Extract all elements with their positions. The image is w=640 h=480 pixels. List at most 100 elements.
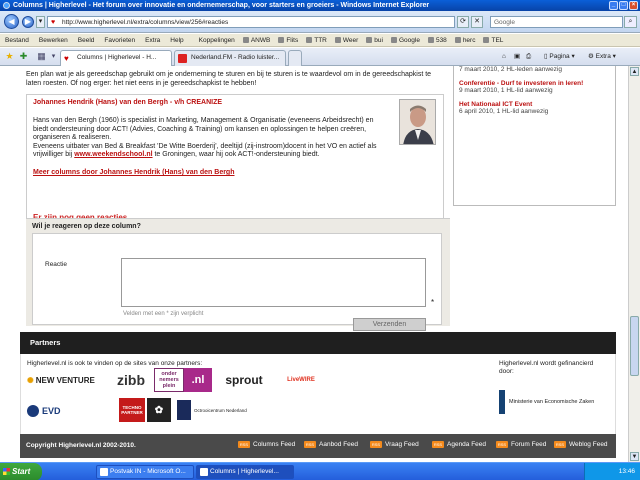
stop-button[interactable]: ✕ bbox=[471, 16, 483, 28]
submit-button[interactable]: Verzenden bbox=[353, 318, 426, 331]
maximize-button[interactable]: □ bbox=[619, 1, 628, 10]
reaction-textarea[interactable] bbox=[121, 258, 426, 307]
bio-text: te Groningen, waar hij ook ACT!-onderste… bbox=[152, 151, 320, 158]
partners-section: Higherlevel.nl is ook te vinden op de si… bbox=[20, 354, 616, 434]
tab-bar: ★ ✚ ▦ ▾ ♥ Columns | Higherlevel - H... N… bbox=[0, 48, 640, 66]
feed-link[interactable]: RSS Agenda Feed bbox=[432, 441, 486, 448]
page-menu[interactable]: ▯ Pagina ▾ bbox=[544, 51, 575, 63]
menu-item[interactable]: Bewerken bbox=[34, 37, 73, 44]
taskbar-item-outlook[interactable]: Postvak IN - Microsoft O... bbox=[96, 465, 194, 479]
feed-link[interactable]: RSS Weblog Feed bbox=[554, 441, 608, 448]
link-icon bbox=[334, 36, 341, 43]
menu-item[interactable]: Help bbox=[165, 37, 188, 44]
rss-icon: RSS bbox=[304, 441, 316, 448]
rss-icon: RSS bbox=[238, 441, 250, 448]
author-bio-paragraph: Hans van den Bergh (1960) is specialist … bbox=[33, 117, 374, 141]
quick-tabs-icon[interactable]: ▦ bbox=[36, 51, 47, 62]
link-icon bbox=[483, 36, 490, 43]
wheel-logo-icon[interactable]: ✿ bbox=[147, 398, 171, 422]
favorites-star-icon[interactable]: ★ bbox=[4, 51, 15, 62]
partners-heading: Partners bbox=[20, 332, 616, 354]
address-bar[interactable]: ♥ http://www.higherlevel.nl/extra/column… bbox=[47, 16, 455, 28]
window-title: Columns | Higherlevel - Het forum over i… bbox=[13, 2, 430, 9]
rss-icon: RSS bbox=[496, 441, 508, 448]
more-columns-link[interactable]: Meer columns door Johannes Hendrik (Hans… bbox=[33, 169, 234, 176]
link-item[interactable]: ANWB bbox=[239, 36, 275, 44]
nl-logo[interactable]: .nl bbox=[184, 368, 212, 392]
menu-item[interactable]: Extra bbox=[140, 37, 165, 44]
link-item[interactable]: TEL bbox=[479, 36, 507, 44]
new-venture-logo[interactable]: ✺ NEW VENTURE bbox=[27, 372, 99, 388]
back-button[interactable]: ◀ bbox=[4, 14, 19, 29]
link-item[interactable]: bui bbox=[362, 36, 387, 44]
event-item: 7 maart 2010, 2 HL-leden aanwezig bbox=[459, 66, 610, 73]
link-item[interactable]: Weer bbox=[331, 36, 362, 44]
feeds-icon[interactable]: ▣ bbox=[514, 51, 520, 63]
tab-label: Columns | Higherlevel - H... bbox=[77, 54, 157, 61]
rss-icon: RSS bbox=[370, 441, 382, 448]
menu-item[interactable]: Favorieten bbox=[99, 37, 140, 44]
weekendschool-link[interactable]: www.weekendschool.nl bbox=[74, 151, 152, 158]
link-item[interactable]: Google bbox=[387, 36, 424, 44]
zibb-logo[interactable]: zibb bbox=[111, 370, 151, 390]
octrooicentrum-logo[interactable]: Octrooicentrum Nederland bbox=[177, 398, 247, 422]
ministerie-logo[interactable]: Ministerie van Economische Zaken bbox=[499, 384, 609, 420]
scroll-up-icon[interactable]: ▲ bbox=[630, 67, 639, 76]
search-input[interactable]: Google bbox=[490, 16, 623, 28]
start-button[interactable]: Start bbox=[0, 463, 42, 480]
tools-menu[interactable]: ⚙ Extra ▾ bbox=[588, 51, 616, 63]
links-label[interactable]: Koppelingen bbox=[195, 37, 239, 44]
copyright: Copyright Higherlevel.nl 2002-2010. bbox=[26, 442, 136, 449]
event-title-link[interactable]: Conferentie - Durf te investeren in lere… bbox=[459, 80, 610, 87]
address-url: http://www.higherlevel.nl/extra/columns/… bbox=[62, 19, 229, 26]
scroll-thumb[interactable] bbox=[630, 316, 639, 376]
vertical-scrollbar[interactable]: ▲ ▼ bbox=[628, 66, 640, 462]
menu-item[interactable]: Beeld bbox=[73, 37, 100, 44]
events-sidebar: 7 maart 2010, 2 HL-leden aanwezig Confer… bbox=[453, 66, 616, 206]
page-content: 7 maart 2010, 2 HL-leden aanwezig Confer… bbox=[0, 66, 628, 462]
menu-item[interactable]: Bestand bbox=[0, 37, 34, 44]
event-title-link[interactable]: Het Nationaal ICT Event bbox=[459, 101, 610, 108]
ondernemersplein-logo[interactable]: onder nemers plein bbox=[154, 368, 184, 392]
reaction-section: Wil je reageren op deze column? Reactie … bbox=[26, 218, 450, 331]
search-icon[interactable]: ⌕ bbox=[624, 16, 637, 28]
author-portrait-icon bbox=[400, 100, 435, 144]
system-tray: 13:46 bbox=[584, 463, 640, 480]
feed-link[interactable]: RSS Forum Feed bbox=[496, 441, 546, 448]
link-icon bbox=[390, 36, 397, 43]
feed-link[interactable]: RSS Columns Feed bbox=[238, 441, 295, 448]
author-title: Johannes Hendrik (Hans) van den Bergh - … bbox=[33, 99, 223, 106]
history-dropdown-icon[interactable]: ▾ bbox=[36, 16, 45, 28]
evd-logo[interactable]: EVD bbox=[27, 400, 107, 422]
reaction-form-title: Wil je reageren op deze column? bbox=[32, 223, 141, 230]
feed-link[interactable]: RSS Vraag Feed bbox=[370, 441, 419, 448]
tab-columns[interactable]: ♥ Columns | Higherlevel - H... bbox=[60, 50, 172, 66]
add-favorite-icon[interactable]: ✚ bbox=[18, 51, 29, 62]
minimize-button[interactable]: _ bbox=[609, 1, 618, 10]
event-detail: 9 maart 2010, 1 HL-lid aanwezig bbox=[459, 87, 553, 94]
link-icon bbox=[366, 36, 373, 43]
link-icon bbox=[427, 36, 434, 43]
link-item[interactable]: herc bbox=[451, 36, 480, 44]
technopartner-logo[interactable]: TECHNO PARTNER bbox=[119, 398, 145, 422]
event-item: Het Nationaal ICT Event 6 april 2010, 1 … bbox=[459, 101, 610, 115]
tab-nederland-fm[interactable]: Nederland.FM - Radio luister... bbox=[174, 50, 286, 66]
required-hint: Velden met een * zijn verplicht bbox=[123, 311, 204, 317]
taskbar-item-ie[interactable]: Columns | Higherlevel... bbox=[196, 465, 294, 479]
print-icon[interactable]: ⎙ bbox=[526, 51, 531, 63]
link-item[interactable]: Flits bbox=[274, 36, 302, 44]
livewire-logo[interactable]: LiveWIRE bbox=[279, 372, 323, 388]
refresh-button[interactable]: ⟳ bbox=[457, 16, 469, 28]
tab-list-icon[interactable]: ▾ bbox=[48, 51, 59, 62]
sprout-logo[interactable]: sprout bbox=[219, 370, 269, 390]
new-tab-button[interactable] bbox=[288, 50, 302, 66]
outlook-icon bbox=[100, 468, 108, 476]
link-icon bbox=[278, 36, 285, 43]
link-item[interactable]: TTR bbox=[302, 36, 331, 44]
close-button[interactable]: × bbox=[629, 1, 638, 10]
scroll-down-icon[interactable]: ▼ bbox=[630, 452, 639, 461]
forward-button[interactable]: ▶ bbox=[22, 16, 34, 28]
feed-link[interactable]: RSS Aanbod Feed bbox=[304, 441, 358, 448]
home-icon[interactable]: ⌂ bbox=[502, 51, 506, 63]
link-item[interactable]: 538 bbox=[424, 36, 451, 44]
